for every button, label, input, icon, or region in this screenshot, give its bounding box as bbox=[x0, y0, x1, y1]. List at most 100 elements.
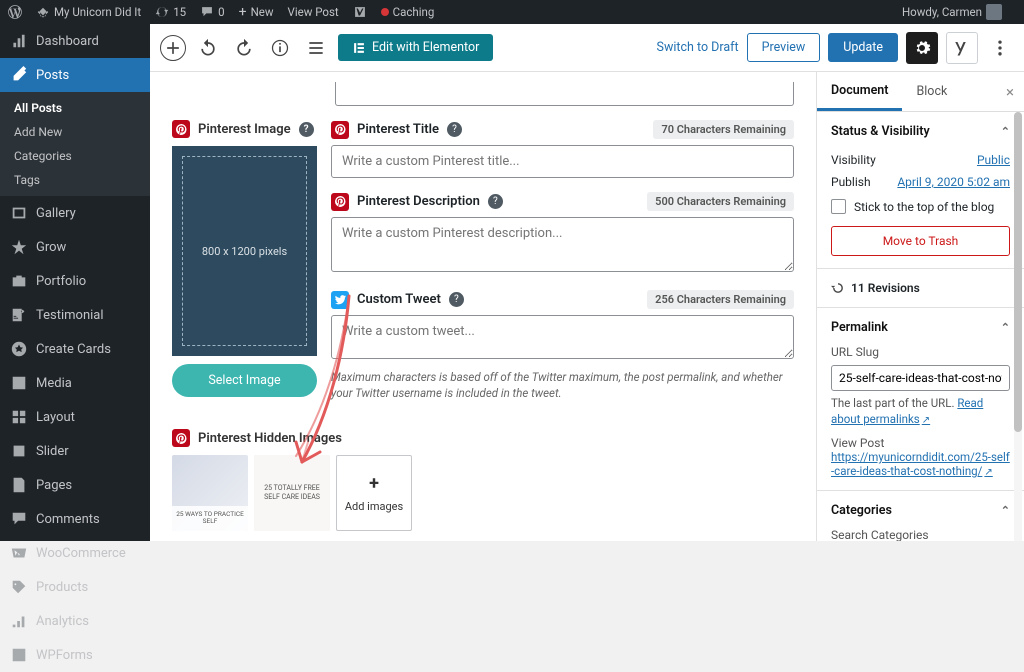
status-heading[interactable]: Status & Visibility⌃ bbox=[831, 124, 1010, 139]
submenu-categories[interactable]: Categories bbox=[0, 144, 150, 168]
categories-panel: Categories⌃ Search Categories How To bbox=[817, 491, 1024, 541]
settings-tabs: Document Block × bbox=[817, 72, 1024, 112]
outline-button[interactable] bbox=[302, 34, 330, 62]
help-icon[interactable]: ? bbox=[449, 292, 464, 307]
menu-portfolio[interactable]: Portfolio bbox=[0, 264, 150, 298]
menu-pages[interactable]: Pages bbox=[0, 468, 150, 502]
pinterest-image-box[interactable]: 800 x 1200 pixels bbox=[172, 146, 317, 356]
stick-label: Stick to the top of the blog bbox=[854, 200, 994, 214]
title-char-count: 70 Characters Remaining bbox=[653, 120, 794, 139]
settings-gear-button[interactable] bbox=[906, 32, 938, 64]
edit-elementor-button[interactable]: Edit with Elementor bbox=[338, 34, 493, 61]
add-images-button[interactable]: + Add images bbox=[336, 455, 412, 531]
view-post-link[interactable]: View Post bbox=[288, 5, 339, 19]
menu-comments[interactable]: Comments bbox=[0, 502, 150, 536]
pinterest-image-panel: Pinterest Image ? 800 x 1200 pixels Sele… bbox=[172, 120, 317, 397]
image-dims-label: 800 x 1200 pixels bbox=[202, 245, 287, 258]
search-cat-label: Search Categories bbox=[831, 528, 1010, 541]
help-icon[interactable]: ? bbox=[447, 122, 462, 137]
hidden-image-thumb[interactable]: 25 WAYS TO PRACTICE SELF bbox=[172, 455, 248, 531]
slug-help-text: The last part of the URL. bbox=[831, 396, 957, 410]
menu-create-cards[interactable]: Create Cards bbox=[0, 332, 150, 366]
twitter-icon bbox=[331, 291, 349, 309]
comments-count[interactable]: 0 bbox=[200, 5, 224, 19]
desc-char-count: 500 Characters Remaining bbox=[647, 192, 794, 211]
pinterest-icon bbox=[172, 120, 190, 138]
submenu-add-new[interactable]: Add New bbox=[0, 120, 150, 144]
menu-posts[interactable]: Posts bbox=[0, 58, 150, 92]
menu-media[interactable]: Media bbox=[0, 366, 150, 400]
more-options-button[interactable] bbox=[986, 34, 1014, 62]
cache-status[interactable]: Caching bbox=[381, 5, 435, 19]
yoast-sidebar-button[interactable] bbox=[946, 32, 978, 64]
publish-date[interactable]: April 9, 2020 5:02 am bbox=[897, 175, 1010, 189]
permalink-url[interactable]: https://myunicorndidit.com/25-self-care-… bbox=[831, 450, 1010, 478]
pinterest-desc-input[interactable] bbox=[331, 217, 794, 272]
updates[interactable]: 15 bbox=[155, 5, 186, 19]
pinterest-title-label: Pinterest Title bbox=[357, 122, 439, 137]
site-name[interactable]: My Unicorn Did It bbox=[36, 5, 141, 19]
hidden-images-label: Pinterest Hidden Images bbox=[198, 431, 342, 446]
preview-button[interactable]: Preview bbox=[747, 33, 821, 62]
pinterest-desc-section: Pinterest Description ? 500 Characters R… bbox=[331, 192, 794, 276]
redo-button[interactable] bbox=[230, 34, 258, 62]
visibility-label: Visibility bbox=[831, 153, 876, 167]
tweet-label: Custom Tweet bbox=[357, 292, 441, 307]
update-button[interactable]: Update bbox=[828, 33, 898, 62]
menu-posts-submenu: All Posts Add New Categories Tags bbox=[0, 92, 150, 196]
custom-tweet-section: Custom Tweet ? 256 Characters Remaining … bbox=[331, 290, 794, 401]
tab-document[interactable]: Document bbox=[817, 72, 902, 111]
help-icon[interactable]: ? bbox=[299, 122, 314, 137]
tweet-input[interactable] bbox=[331, 315, 794, 359]
tab-block[interactable]: Block bbox=[902, 72, 961, 111]
slug-label: URL Slug bbox=[831, 345, 1010, 359]
menu-products[interactable]: Products bbox=[0, 570, 150, 604]
new-content[interactable]: +New bbox=[239, 4, 274, 20]
tweet-char-count: 256 Characters Remaining bbox=[647, 290, 794, 309]
sidebar-scrollbar[interactable] bbox=[1014, 112, 1022, 541]
wp-logo[interactable] bbox=[8, 5, 22, 19]
pinterest-image-label: Pinterest Image bbox=[198, 122, 291, 137]
close-sidebar-button[interactable]: × bbox=[996, 72, 1024, 111]
submenu-all-posts[interactable]: All Posts bbox=[0, 96, 150, 120]
add-block-button[interactable] bbox=[160, 35, 186, 61]
hidden-image-thumb[interactable]: 25 TOTALLY FREE SELF CARE IDEAS bbox=[254, 455, 330, 531]
permalink-heading[interactable]: Permalink⌃ bbox=[831, 320, 1010, 335]
menu-gallery[interactable]: Gallery bbox=[0, 196, 150, 230]
pinterest-icon bbox=[331, 121, 349, 139]
plus-icon: + bbox=[369, 473, 379, 494]
pinterest-title-input[interactable] bbox=[331, 145, 794, 178]
menu-testimonial[interactable]: Testimonial bbox=[0, 298, 150, 332]
clipped-field[interactable] bbox=[335, 82, 794, 106]
menu-dashboard[interactable]: Dashboard bbox=[0, 24, 150, 58]
info-button[interactable] bbox=[266, 34, 294, 62]
user-greeting[interactable]: Howdy, Carmen bbox=[902, 4, 1002, 20]
revisions-panel[interactable]: 11 Revisions bbox=[817, 269, 1024, 308]
tweet-note: Maximum characters is based off of the T… bbox=[331, 369, 794, 401]
undo-button[interactable] bbox=[194, 34, 222, 62]
menu-wpforms[interactable]: WPForms bbox=[0, 638, 150, 672]
menu-woocommerce[interactable]: WooCommerce bbox=[0, 536, 150, 570]
menu-grow[interactable]: Grow bbox=[0, 230, 150, 264]
switch-draft-link[interactable]: Switch to Draft bbox=[657, 40, 739, 55]
help-icon[interactable]: ? bbox=[488, 194, 503, 209]
status-visibility-panel: Status & Visibility⌃ VisibilityPublic Pu… bbox=[817, 112, 1024, 269]
move-trash-button[interactable]: Move to Trash bbox=[831, 226, 1010, 256]
categories-heading[interactable]: Categories⌃ bbox=[831, 503, 1010, 518]
stick-checkbox[interactable] bbox=[831, 199, 846, 214]
submenu-tags[interactable]: Tags bbox=[0, 168, 150, 192]
permalink-panel: Permalink⌃ URL Slug The last part of the… bbox=[817, 308, 1024, 491]
pinterest-icon bbox=[172, 429, 190, 447]
menu-analytics[interactable]: Analytics bbox=[0, 604, 150, 638]
visibility-value[interactable]: Public bbox=[977, 153, 1010, 167]
yoast-icon[interactable] bbox=[353, 5, 367, 19]
view-post-label: View Post bbox=[831, 436, 1010, 450]
hidden-images-panel: Pinterest Hidden Images 25 WAYS TO PRACT… bbox=[172, 429, 794, 531]
pinterest-title-section: Pinterest Title ? 70 Characters Remainin… bbox=[331, 120, 794, 178]
pinterest-icon bbox=[331, 193, 349, 211]
menu-layout[interactable]: Layout bbox=[0, 400, 150, 434]
slug-input[interactable] bbox=[831, 365, 1010, 391]
select-image-button[interactable]: Select Image bbox=[172, 364, 317, 397]
menu-slider[interactable]: Slider bbox=[0, 434, 150, 468]
avatar bbox=[986, 4, 1002, 20]
